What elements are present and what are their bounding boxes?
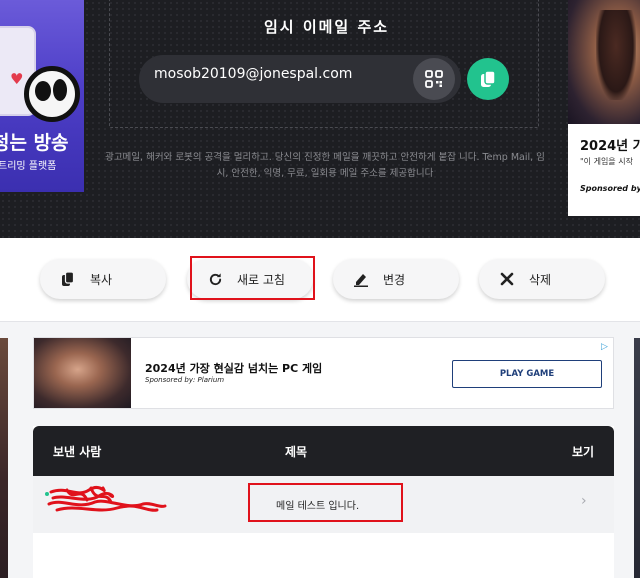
right-ad-image <box>568 0 640 124</box>
panda-mascot <box>24 66 80 122</box>
action-bar: 복사 새로 고침 변경 삭제 <box>0 238 640 322</box>
copy-label: 복사 <box>90 273 113 287</box>
chevron-right-icon[interactable]: › <box>581 493 587 509</box>
delete-label: 삭제 <box>529 273 552 287</box>
copy-button[interactable]: 복사 <box>40 259 166 299</box>
right-ad-edge[interactable] <box>634 338 640 578</box>
right-ad-sponsor: Sponsored by <box>580 184 640 193</box>
qr-code-button[interactable] <box>413 58 455 100</box>
adchoices-icon[interactable]: ▷ <box>601 342 608 352</box>
table-row[interactable]: 메일 테스트 입니다. › <box>33 476 614 533</box>
close-icon <box>499 271 515 287</box>
change-button[interactable]: 변경 <box>333 259 459 299</box>
email-address[interactable]: mosob20109@jonespal.com <box>154 66 352 82</box>
right-ad[interactable]: 2024년 가 "이 게임을 시작 Sponsored by <box>568 0 640 216</box>
copy-icon <box>481 70 496 87</box>
redacted-sender <box>47 485 167 512</box>
right-ad-title: 2024년 가 <box>580 139 640 154</box>
inbox-header: 보낸 사람 제목 보기 <box>33 426 614 476</box>
left-ad-edge[interactable] <box>0 338 8 578</box>
left-ad-headline: 청는 방송 <box>0 132 69 154</box>
left-ad-subline: 트리밍 플랫폼 <box>0 161 57 172</box>
right-ad-quote: "이 게임을 시작 <box>580 157 633 166</box>
delete-button[interactable]: 삭제 <box>479 259 605 299</box>
page-title: 임시 이메일 주소 <box>264 18 390 36</box>
copy-email-button[interactable] <box>467 58 509 100</box>
left-ad[interactable]: ♥ 청는 방송 트리밍 플랫폼 <box>0 0 84 192</box>
heart-icon: ♥ <box>10 70 24 88</box>
column-sender: 보낸 사람 <box>53 445 102 459</box>
banner-ad-sponsor: Sponsored by: Plarium <box>145 376 225 384</box>
play-game-button[interactable]: PLAY GAME <box>452 360 602 388</box>
banner-ad-title: 2024년 가장 현실감 넘치는 PC 게임 <box>145 362 323 375</box>
service-description: 광고메일, 해커와 로봇의 공격을 멀리하고. 당신의 진정한 메일을 깨끗하고… <box>105 152 545 179</box>
highlight-box <box>248 483 403 522</box>
copy-icon <box>60 271 76 287</box>
column-view: 보기 <box>572 445 595 459</box>
email-header: ♥ 청는 방송 트리밍 플랫폼 임시 이메일 주소 mosob20109@jon… <box>0 0 640 238</box>
inbox-table: 보낸 사람 제목 보기 메일 테스트 입니다. › <box>33 426 614 578</box>
highlight-box <box>190 256 315 300</box>
qr-code-icon <box>425 70 443 88</box>
banner-ad-image <box>34 338 131 408</box>
banner-ad[interactable]: 2024년 가장 현실감 넘치는 PC 게임 Sponsored by: Pla… <box>33 337 614 409</box>
change-label: 변경 <box>383 273 406 287</box>
column-subject: 제목 <box>285 445 308 459</box>
edit-pen-icon <box>353 271 369 287</box>
